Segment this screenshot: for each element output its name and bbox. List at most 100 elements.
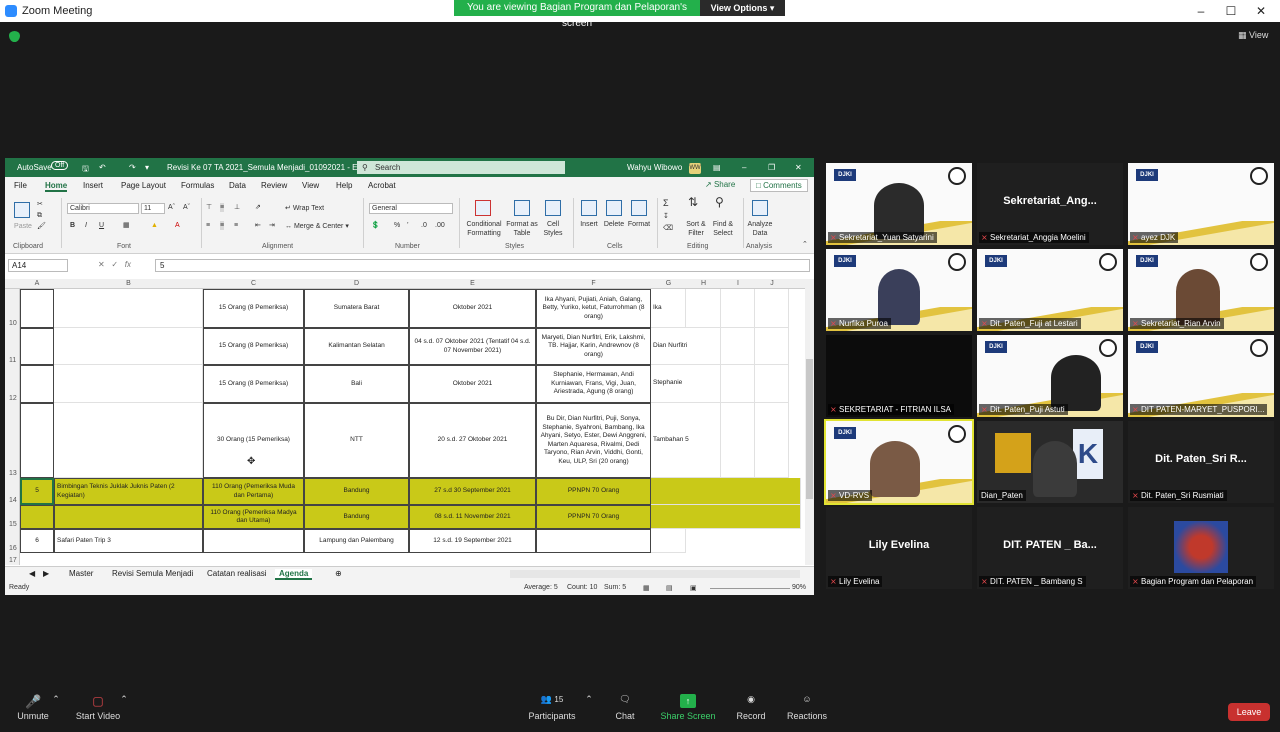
conditional-formatting-label[interactable]: Conditional Formatting: [463, 220, 505, 238]
number-format-select[interactable]: General: [369, 203, 453, 214]
cell-styles-icon[interactable]: [545, 200, 561, 216]
align-left-icon[interactable]: ≡: [206, 221, 210, 230]
cell-e[interactable]: Oktober 2021: [409, 365, 536, 403]
cell-e[interactable]: 20 s.d. 27 Oktober 2021: [409, 403, 536, 478]
cell-b[interactable]: [54, 403, 203, 478]
cell-d[interactable]: Kalimantan Selatan: [304, 328, 409, 365]
tab-data[interactable]: Data: [229, 181, 246, 190]
spreadsheet-grid[interactable]: 10 15 Orang (8 Pemeriksa) Sumatera Barat…: [5, 289, 805, 565]
share-screen-button[interactable]: ↑ Share Screen: [660, 694, 716, 721]
cell-c[interactable]: 110 Orang (Pemeriksa Muda dan Pertama): [203, 478, 304, 505]
horizontal-scrollbar[interactable]: [510, 570, 800, 578]
add-sheet-icon[interactable]: ⊕: [331, 569, 346, 578]
cell-j[interactable]: [755, 365, 789, 403]
cell-a[interactable]: [20, 289, 54, 328]
increase-font-icon[interactable]: Aˆ: [168, 203, 175, 212]
cell-j[interactable]: [755, 289, 789, 328]
collapse-ribbon-icon[interactable]: ⌃: [802, 240, 808, 249]
formula-input[interactable]: 5: [155, 259, 810, 272]
page-layout-view-icon[interactable]: ▤: [666, 584, 673, 592]
comma-icon[interactable]: ’: [407, 221, 409, 230]
column-header-d[interactable]: D: [304, 280, 409, 287]
participant-tile[interactable]: ⨯SEKRETARIAT - FITRIAN ILSA: [826, 335, 972, 417]
clear-icon[interactable]: ⌫: [663, 224, 673, 233]
audio-options-caret[interactable]: ⌃: [52, 694, 60, 705]
sheet-next-icon[interactable]: ▶: [39, 569, 53, 578]
participant-tile[interactable]: DIT. PATEN _ Ba... ⨯DIT. PATEN _ Bambang…: [977, 507, 1123, 589]
column-header-f[interactable]: F: [536, 280, 651, 287]
sort-filter-label[interactable]: Sort & Filter: [681, 220, 711, 238]
tab-review[interactable]: Review: [261, 181, 287, 190]
cell-f[interactable]: Ika Ahyani, Pujiati, Aniah, Galang, Bett…: [536, 289, 651, 328]
cell-i[interactable]: [721, 365, 755, 403]
cell-e[interactable]: 04 s.d. 07 Oktober 2021 (Tentatif 04 s.d…: [409, 328, 536, 365]
find-select-label[interactable]: Find & Select: [708, 220, 738, 238]
column-header-g[interactable]: G: [651, 280, 686, 287]
sheet-tab-master[interactable]: Master: [65, 569, 97, 578]
sheet-tab-agenda[interactable]: Agenda: [275, 569, 312, 580]
cell-g[interactable]: [651, 478, 801, 505]
cell-b[interactable]: [54, 328, 203, 365]
tab-insert[interactable]: Insert: [83, 181, 103, 190]
currency-icon[interactable]: 💲: [371, 221, 380, 230]
record-button[interactable]: ◉ Record: [735, 694, 767, 721]
row-number[interactable]: 10: [5, 289, 20, 328]
participant-tile[interactable]: Lily Evelina ⨯Lily Evelina: [826, 507, 972, 589]
cell-c[interactable]: 110 Orang (Pemeriksa Madya dan Utama): [203, 505, 304, 529]
minimize-icon[interactable]: –: [1192, 3, 1210, 19]
share-button[interactable]: ↗ Share: [705, 180, 735, 189]
format-cells-icon[interactable]: [631, 200, 647, 216]
font-size-select[interactable]: 11: [141, 203, 165, 214]
participant-tile[interactable]: DJKI ⨯Dit. Paten_Puji Astuti: [977, 335, 1123, 417]
tab-help[interactable]: Help: [336, 181, 352, 190]
sort-filter-icon[interactable]: ⇅: [688, 198, 698, 207]
cell-d[interactable]: NTT: [304, 403, 409, 478]
cell-c[interactable]: [203, 529, 304, 553]
normal-view-icon[interactable]: ▦: [643, 584, 650, 592]
increase-indent-icon[interactable]: ⇥: [269, 221, 275, 230]
ribbon-display-icon[interactable]: ▤: [713, 163, 721, 172]
cell-b[interactable]: [54, 289, 203, 328]
insert-cells-label[interactable]: Insert: [577, 220, 601, 229]
redo-icon[interactable]: ↷: [129, 163, 136, 172]
tab-page-layout[interactable]: Page Layout: [121, 181, 166, 190]
participant-tile[interactable]: DJKI ⨯DIT PATEN-MARYET_PUSPORI...: [1128, 335, 1274, 417]
view-options-button[interactable]: View Options ▾: [700, 0, 785, 16]
row-number[interactable]: 13: [5, 403, 20, 478]
italic-icon[interactable]: I: [85, 221, 87, 230]
formula-buttons[interactable]: ✕ ✓ fx: [98, 260, 131, 269]
participants-options-caret[interactable]: ⌃: [585, 694, 593, 705]
format-painter-icon[interactable]: 🖌: [37, 222, 46, 231]
scroll-thumb[interactable]: [806, 359, 813, 499]
delete-cells-label[interactable]: Delete: [602, 220, 626, 229]
row-number[interactable]: 15: [5, 505, 20, 529]
fill-icon[interactable]: ↧: [663, 212, 669, 221]
underline-icon[interactable]: U: [99, 221, 104, 230]
align-top-icon[interactable]: ⊤: [206, 203, 212, 212]
row-number[interactable]: 17: [5, 553, 20, 565]
decrease-font-icon[interactable]: Aˇ: [183, 203, 190, 212]
cell-b[interactable]: Bimbingan Teknis Juklak Juknis Paten (2 …: [54, 478, 203, 505]
font-name-select[interactable]: Calibri: [67, 203, 139, 214]
save-icon[interactable]: 🖫: [82, 163, 89, 177]
borders-icon[interactable]: ▦: [123, 221, 130, 230]
tab-formulas[interactable]: Formulas: [181, 181, 214, 190]
delete-cells-icon[interactable]: [606, 200, 622, 216]
bold-icon[interactable]: B: [70, 221, 75, 230]
participant-tile-active-speaker[interactable]: DJKI ⨯VD-RVS: [826, 421, 972, 503]
vertical-scrollbar[interactable]: [805, 279, 814, 565]
align-bottom-icon[interactable]: ⊥: [234, 203, 240, 212]
participant-tile[interactable]: Dit. Paten_Sri R... ⨯Dit. Paten_Sri Rusm…: [1128, 421, 1274, 503]
align-middle-icon[interactable]: ≡: [220, 203, 224, 212]
fill-color-icon[interactable]: ▲: [151, 221, 158, 230]
participant-tile[interactable]: DJKI ⨯ayez DJK: [1128, 163, 1274, 245]
find-select-icon[interactable]: ⚲: [715, 198, 724, 207]
analyze-data-icon[interactable]: [752, 200, 768, 216]
cut-icon[interactable]: ✂: [37, 200, 43, 209]
row-number[interactable]: 11: [5, 328, 20, 365]
tab-acrobat[interactable]: Acrobat: [368, 181, 396, 190]
column-header-b[interactable]: B: [54, 280, 203, 287]
cell-a[interactable]: [20, 403, 54, 478]
cell-g[interactable]: Ika: [651, 289, 686, 328]
close-icon[interactable]: ✕: [1252, 3, 1270, 19]
